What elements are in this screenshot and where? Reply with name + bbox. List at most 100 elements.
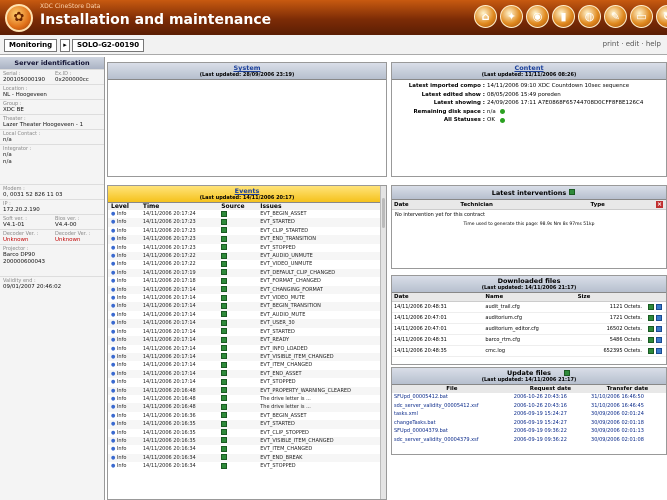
- table-row[interactable]: ● Info 14/11/2006 20:17:23 EVT_CLIP_STARTE…: [108, 227, 386, 235]
- column-header[interactable]: Date: [392, 293, 484, 302]
- table-row[interactable]: ● Info 14/11/2006 20:16:48 The drive lette…: [108, 395, 386, 403]
- table-row[interactable]: ● Info 14/11/2006 20:16:34 EVT_ITEM_CHANGE…: [108, 445, 386, 453]
- table-row[interactable]: ● Info 14/11/2006 20:16:35 EVT_STARTED: [108, 420, 386, 429]
- table-row[interactable]: SFUpd_00005412.bat 2006-10-26 20:43:16 31/…: [392, 393, 666, 402]
- table-row[interactable]: changeTasks.bat 2006-09-19 15:24:27 30/09/…: [392, 419, 666, 428]
- table-row[interactable]: tasks.xml 2006-09-19 15:24:27 30/09/2006 0…: [392, 410, 666, 419]
- table-row[interactable]: ● Info 14/11/2006 20:17:23 EVT_STOPPED: [108, 244, 386, 252]
- table-row[interactable]: 14/11/2006 20:48:35 cmc.log 652395 Octets.: [392, 345, 666, 357]
- event-source: [218, 285, 258, 295]
- table-row[interactable]: ● Info 14/11/2006 20:17:23 EVT_STARTED: [108, 218, 386, 227]
- table-row[interactable]: ● Info 14/11/2006 20:17:14 EVT_READY: [108, 336, 386, 345]
- column-header[interactable]: Name: [483, 293, 576, 302]
- table-row[interactable]: ● Info 14/11/2006 20:17:14 EVT_ITEM_CHANGE…: [108, 361, 386, 369]
- column-header[interactable]: Size: [575, 293, 644, 302]
- column-header[interactable]: Type: [588, 200, 654, 210]
- add-update-icon[interactable]: [564, 370, 570, 376]
- events-link[interactable]: Events: [108, 187, 386, 195]
- events-scrollbar[interactable]: [380, 186, 386, 499]
- table-row[interactable]: SFUpd_00004379.bat 2006-09-19 09:36:22 30/…: [392, 427, 666, 436]
- column-header[interactable]: Level: [108, 203, 140, 210]
- table-row[interactable]: ● Info 14/11/2006 20:17:14 EVT_VISIBLE_ITE…: [108, 352, 386, 362]
- disk-icon[interactable]: ◉: [526, 5, 549, 28]
- table-row[interactable]: ● Info 14/11/2006 20:17:14 EVT_STARTED: [108, 328, 386, 336]
- table-row[interactable]: ● Info 14/11/2006 20:16:34 EVT_STOPPED: [108, 462, 386, 470]
- table-row[interactable]: ● Info 14/11/2006 20:17:22 EVT_VIDEO_UNMUT…: [108, 260, 386, 268]
- table-row[interactable]: ● Info 14/11/2006 20:17:14 EVT_AUDIO_MUTE: [108, 311, 386, 319]
- table-row[interactable]: ● Info 14/11/2006 20:17:19 EVT_DEFAULT_CLI…: [108, 268, 386, 278]
- content-link[interactable]: Content: [392, 64, 666, 72]
- save-file-icon[interactable]: [656, 347, 662, 354]
- table-row[interactable]: ● Info 14/11/2006 20:17:14 EVT_STOPPED: [108, 378, 386, 386]
- table-row[interactable]: sdc_server_validity_00004379.xsf 2006-09-…: [392, 436, 666, 445]
- table-row[interactable]: ● Info 14/11/2006 20:17:14 EVT_CHANGING_FO…: [108, 285, 386, 295]
- delete-icon[interactable]: ×: [656, 201, 663, 208]
- column-header[interactable]: File: [392, 385, 512, 393]
- table-row[interactable]: ● Info 14/11/2006 20:16:48 EVT_PROPERTY_WA…: [108, 386, 386, 395]
- column-header[interactable]: Time: [139, 203, 219, 210]
- download-date: 14/11/2006 20:47:01: [392, 323, 484, 335]
- table-row[interactable]: ● Info 14/11/2006 20:17:14 EVT_BEGIN_TRANS…: [108, 302, 386, 311]
- globe-icon[interactable]: ◍: [578, 5, 601, 28]
- table-row[interactable]: ● Info 14/11/2006 20:17:23 EVT_END_TRANSIT…: [108, 235, 386, 244]
- update-file[interactable]: sdc_server_validity_00005412.xsf: [392, 402, 512, 411]
- event-level: ● Info: [108, 244, 140, 252]
- server-selector[interactable]: SOLO-G2-00190: [72, 39, 145, 52]
- update-file[interactable]: sdc_server_validity_00004379.xsf: [392, 436, 512, 445]
- add-intervention-icon[interactable]: [569, 189, 575, 195]
- view-file-icon[interactable]: [648, 336, 654, 343]
- tab-monitoring[interactable]: Monitoring: [4, 39, 58, 52]
- table-row[interactable]: ● Info 14/11/2006 20:17:14 EVT_VIDEO_MUTE: [108, 294, 386, 302]
- view-file-icon[interactable]: [648, 303, 654, 310]
- save-file-icon[interactable]: [656, 325, 662, 332]
- update-file[interactable]: tasks.xml: [392, 410, 512, 419]
- update-file[interactable]: SFUpd_00005412.bat: [392, 393, 512, 402]
- settings-icon[interactable]: ▮: [552, 5, 575, 28]
- column-header[interactable]: Date: [392, 200, 459, 210]
- event-level: ● Info: [108, 345, 140, 353]
- table-row[interactable]: ● Info 14/11/2006 20:17:14 EVT_INFO_LOADED: [108, 345, 386, 353]
- home-icon[interactable]: ⌂: [474, 5, 497, 28]
- table-row[interactable]: sdc_server_validity_00005412.xsf 2006-10-…: [392, 402, 666, 411]
- view-file-icon[interactable]: [648, 314, 654, 321]
- table-row[interactable]: ● Info 14/11/2006 20:17:14 EVT_USER_30: [108, 319, 386, 328]
- table-row[interactable]: ● Info 14/11/2006 20:16:35 EVT_VISIBLE_ITE…: [108, 436, 386, 446]
- table-row[interactable]: ● Info 14/11/2006 20:17:22 EVT_AUDIO_UNMUT…: [108, 252, 386, 261]
- bulb-icon[interactable]: ✦: [500, 5, 523, 28]
- update-file[interactable]: SFUpd_00004379.bat: [392, 427, 512, 436]
- save-file-icon[interactable]: [656, 303, 662, 310]
- column-header[interactable]: Technician: [458, 200, 589, 210]
- update-file[interactable]: changeTasks.bat: [392, 419, 512, 428]
- event-time: 14/11/2006 20:16:34: [142, 446, 196, 453]
- table-row[interactable]: 14/11/2006 20:47:01 auditorium.cfg 1721 Oc…: [392, 312, 666, 324]
- table-row[interactable]: 14/11/2006 20:48:31 audit_trail.cfg 1121 O…: [392, 301, 666, 313]
- system-link[interactable]: System: [108, 64, 386, 72]
- table-row[interactable]: ● Info 14/11/2006 20:16:36 EVT_BEGIN_ASSET: [108, 412, 386, 420]
- film-reel-icon[interactable]: ✿: [5, 4, 33, 32]
- column-header[interactable]: Request date: [511, 385, 590, 393]
- table-row[interactable]: ● Info 14/11/2006 20:17:18 EVT_FORMAT_CHAN…: [108, 277, 386, 285]
- event-level-text: Info: [116, 303, 127, 310]
- event-source: [218, 336, 258, 345]
- view-file-icon[interactable]: [648, 347, 654, 354]
- table-row[interactable]: ● Info 14/11/2006 20:16:48 The drive lette…: [108, 403, 386, 412]
- save-file-icon[interactable]: [656, 336, 662, 343]
- source-icon: [221, 302, 228, 309]
- print-icon[interactable]: print · edit · help: [603, 40, 661, 48]
- tools-icon[interactable]: ✎: [604, 5, 627, 28]
- column-header[interactable]: Issues: [257, 203, 386, 210]
- table-row[interactable]: ● Info 14/11/2006 20:16:34 EVT_END_BREAK: [108, 453, 386, 463]
- column-header[interactable]: Transfer date: [589, 385, 666, 393]
- download-name: auditorium.cfg: [483, 312, 576, 324]
- table-row[interactable]: 14/11/2006 20:47:01 auditorium_editor.cfg…: [392, 323, 666, 335]
- table-row[interactable]: 14/11/2006 20:48:31 barco_rtm.cfg 5486 Oct…: [392, 334, 666, 346]
- view-file-icon[interactable]: [648, 325, 654, 332]
- cycle-icon[interactable]: ↻: [656, 5, 667, 28]
- save-file-icon[interactable]: [656, 314, 662, 321]
- column-header[interactable]: Source: [218, 203, 258, 210]
- table-row[interactable]: ● Info 14/11/2006 20:17:14 EVT_END_ASSET: [108, 369, 386, 379]
- table-row[interactable]: ● Info 14/11/2006 20:17:24 EVT_BEGIN_ASSET: [108, 210, 386, 218]
- film-icon[interactable]: ▭: [630, 5, 653, 28]
- table-row[interactable]: ● Info 14/11/2006 20:16:35 EVT_CLIP_STOPPE…: [108, 429, 386, 437]
- content-row: Latest imported compo :14/11/2006 09:10 …: [392, 82, 666, 91]
